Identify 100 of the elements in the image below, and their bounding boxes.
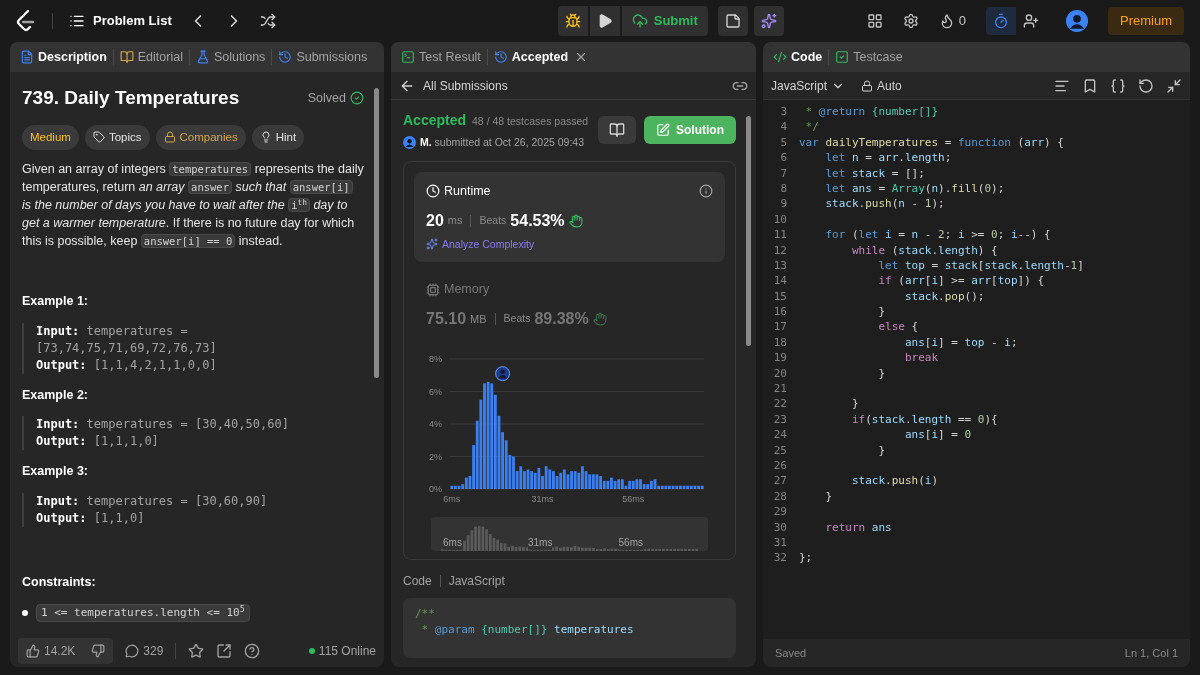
histogram-bar[interactable] (450, 485, 454, 489)
histogram-bar[interactable] (693, 485, 697, 489)
histogram-bar[interactable] (504, 440, 508, 489)
reset-icon[interactable] (1138, 77, 1154, 94)
editorial-button[interactable] (598, 116, 636, 145)
histogram-bar[interactable] (454, 485, 457, 489)
braces-icon[interactable] (1110, 77, 1126, 94)
bookmark-icon[interactable] (1082, 77, 1098, 94)
histogram-bar[interactable] (548, 469, 552, 489)
logo-icon[interactable] (16, 10, 36, 32)
star-icon[interactable] (188, 643, 205, 659)
topics-tag[interactable]: Topics (84, 124, 150, 150)
companies-tag[interactable]: Companies (155, 124, 246, 150)
histogram-bar[interactable] (657, 485, 661, 489)
metric-card[interactable]: Memory 75.10 MB Beats 89.38% (414, 270, 725, 341)
settings-icon[interactable] (902, 13, 919, 29)
histogram-bar[interactable] (689, 485, 693, 489)
histogram-bar[interactable] (486, 381, 490, 489)
histogram-bar[interactable] (628, 480, 632, 489)
histogram-bar[interactable] (530, 471, 534, 489)
panel-tab[interactable]: Submissions (274, 47, 372, 67)
histogram-bar[interactable] (588, 474, 592, 489)
histogram-bar[interactable] (624, 485, 628, 489)
histogram-bar[interactable] (573, 471, 577, 489)
histogram-bar[interactable] (700, 485, 704, 489)
info-icon[interactable] (699, 184, 713, 199)
histogram-bar[interactable] (479, 399, 483, 489)
histogram-bar[interactable] (468, 476, 472, 489)
language-selector[interactable]: JavaScript (771, 76, 846, 95)
histogram-bar[interactable] (475, 420, 479, 489)
histogram-bar[interactable] (606, 480, 610, 489)
histogram-bar[interactable] (584, 471, 588, 489)
histogram-bar[interactable] (671, 485, 675, 489)
histogram-bar[interactable] (461, 484, 465, 489)
range-overview[interactable]: 6ms 31ms 56ms (431, 517, 708, 551)
analyze-complexity-link[interactable]: Analyze Complexity (426, 236, 535, 253)
histogram-bar[interactable] (508, 454, 512, 489)
histogram-bar[interactable] (660, 485, 664, 489)
histogram-bar[interactable] (631, 480, 635, 489)
histogram-bar[interactable] (559, 472, 563, 489)
histogram-bar[interactable] (686, 485, 690, 489)
histogram-bar[interactable] (519, 466, 523, 489)
histogram-bar[interactable] (464, 477, 468, 489)
panel-tab[interactable]: Solutions (191, 47, 270, 67)
metric-card[interactable]: Runtime 20 ms Beats 54.53% Analyze Complexity (414, 171, 725, 263)
streak-counter[interactable]: 0 (938, 11, 966, 31)
histogram-bar[interactable] (635, 479, 639, 489)
histogram-bar[interactable] (682, 485, 686, 489)
histogram-bar[interactable] (642, 484, 646, 489)
histogram-bar[interactable] (457, 485, 461, 489)
hint-tag[interactable]: Hint (251, 124, 305, 150)
histogram-bar[interactable] (501, 432, 505, 489)
histogram-bar[interactable] (610, 477, 613, 489)
histogram-bar[interactable] (653, 479, 657, 489)
premium-button[interactable]: Premium (1108, 7, 1184, 35)
thumbs-down-icon[interactable] (91, 644, 106, 658)
problem-list-button[interactable]: Problem List (69, 11, 172, 31)
help-icon[interactable] (244, 643, 261, 659)
histogram-bar[interactable] (613, 480, 617, 489)
histogram-bar[interactable] (497, 415, 501, 489)
histogram-bar[interactable] (646, 484, 650, 489)
histogram-bar[interactable] (490, 383, 494, 489)
histogram-bar[interactable] (566, 474, 570, 489)
histogram-bar[interactable] (493, 394, 497, 489)
minimize-icon[interactable] (1166, 77, 1182, 94)
panel-tab[interactable]: Test Result (397, 47, 485, 67)
histogram-bar[interactable] (522, 471, 526, 489)
histogram-bar[interactable] (544, 466, 548, 489)
panel-tab[interactable]: Description (16, 47, 111, 67)
histogram-bar[interactable] (533, 472, 537, 489)
notes-button[interactable] (717, 6, 748, 36)
histogram-bar[interactable] (526, 469, 530, 489)
submit-button[interactable]: Submit (621, 6, 708, 36)
histogram-bar[interactable] (649, 480, 653, 489)
histogram-bar[interactable] (602, 480, 606, 489)
panel-tab[interactable]: Testcase (831, 47, 907, 67)
back-link[interactable]: All Submissions (399, 76, 508, 95)
histogram-bar[interactable] (664, 485, 668, 489)
histogram-bar[interactable] (515, 471, 519, 489)
shuffle-icon[interactable] (259, 13, 276, 29)
histogram-bar[interactable] (595, 474, 599, 489)
grid-icon[interactable] (866, 13, 883, 29)
histogram-bar[interactable] (577, 472, 581, 489)
histogram-bar[interactable] (537, 467, 541, 489)
histogram-bar[interactable] (555, 476, 559, 489)
histogram-bar[interactable] (679, 485, 682, 489)
debug-button[interactable] (557, 6, 588, 36)
histogram-bar[interactable] (562, 469, 566, 489)
comments-button[interactable]: 329 (125, 642, 164, 660)
share-icon[interactable] (216, 643, 233, 659)
panel-tab[interactable]: Code (769, 47, 827, 67)
run-button[interactable] (589, 6, 620, 36)
panel-tab[interactable]: Editorial (115, 47, 187, 67)
histogram-bar[interactable] (591, 474, 595, 489)
histogram-bar[interactable] (668, 485, 671, 489)
histogram-bar[interactable] (675, 485, 679, 489)
histogram-bar[interactable] (617, 479, 621, 489)
histogram-bar[interactable] (697, 485, 700, 489)
ai-button[interactable] (753, 6, 784, 36)
panel-tab[interactable]: Accepted (489, 47, 573, 67)
